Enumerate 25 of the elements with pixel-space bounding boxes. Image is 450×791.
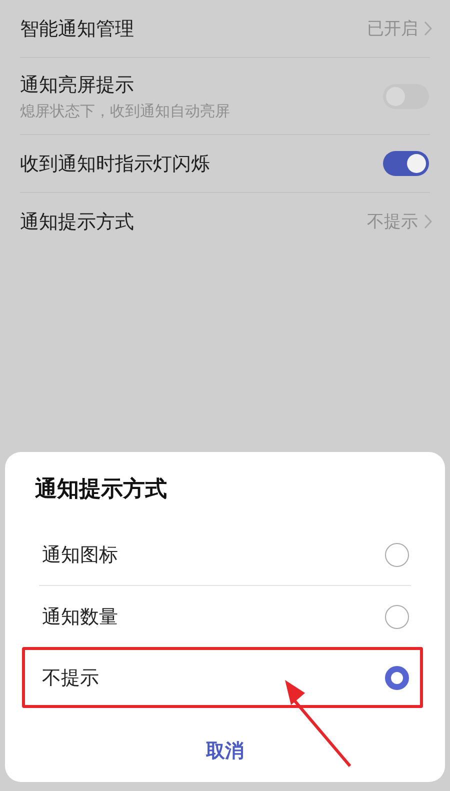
option-label: 通知数量 — [42, 604, 118, 630]
settings-row[interactable]: 智能通知管理 已开启 — [20, 0, 430, 58]
option-row[interactable]: 通知图标 — [22, 524, 423, 585]
radio-button[interactable] — [385, 542, 409, 566]
settings-row[interactable]: 通知亮屏提示 熄屏状态下，收到通知自动亮屏 — [20, 58, 430, 135]
setting-description: 熄屏状态下，收到通知自动亮屏 — [20, 102, 230, 120]
dialog-title: 通知提示方式 — [35, 476, 167, 504]
radio-button[interactable] — [385, 604, 409, 628]
option-label: 通知图标 — [42, 542, 118, 568]
chevron-right-icon — [424, 21, 432, 36]
option-label: 不提示 — [42, 666, 99, 690]
settings-row[interactable]: 通知提示方式 不提示 — [20, 193, 430, 250]
highlighted-option-row[interactable]: 不提示 — [22, 647, 423, 708]
setting-title: 智能通知管理 — [20, 16, 134, 42]
settings-row[interactable]: 收到通知时指示灯闪烁 — [20, 135, 430, 193]
toggle-switch[interactable] — [383, 151, 429, 176]
setting-title: 通知提示方式 — [20, 210, 134, 234]
setting-title: 收到通知时指示灯闪烁 — [20, 152, 210, 176]
setting-title: 通知亮屏提示 — [20, 72, 135, 98]
setting-value: 不提示 — [367, 211, 418, 233]
cancel-button[interactable]: 取消 — [198, 734, 252, 768]
setting-value: 已开启 — [367, 18, 418, 40]
chevron-right-icon — [424, 214, 432, 229]
radio-button[interactable] — [385, 666, 409, 690]
option-row[interactable]: 通知数量 — [22, 586, 423, 647]
